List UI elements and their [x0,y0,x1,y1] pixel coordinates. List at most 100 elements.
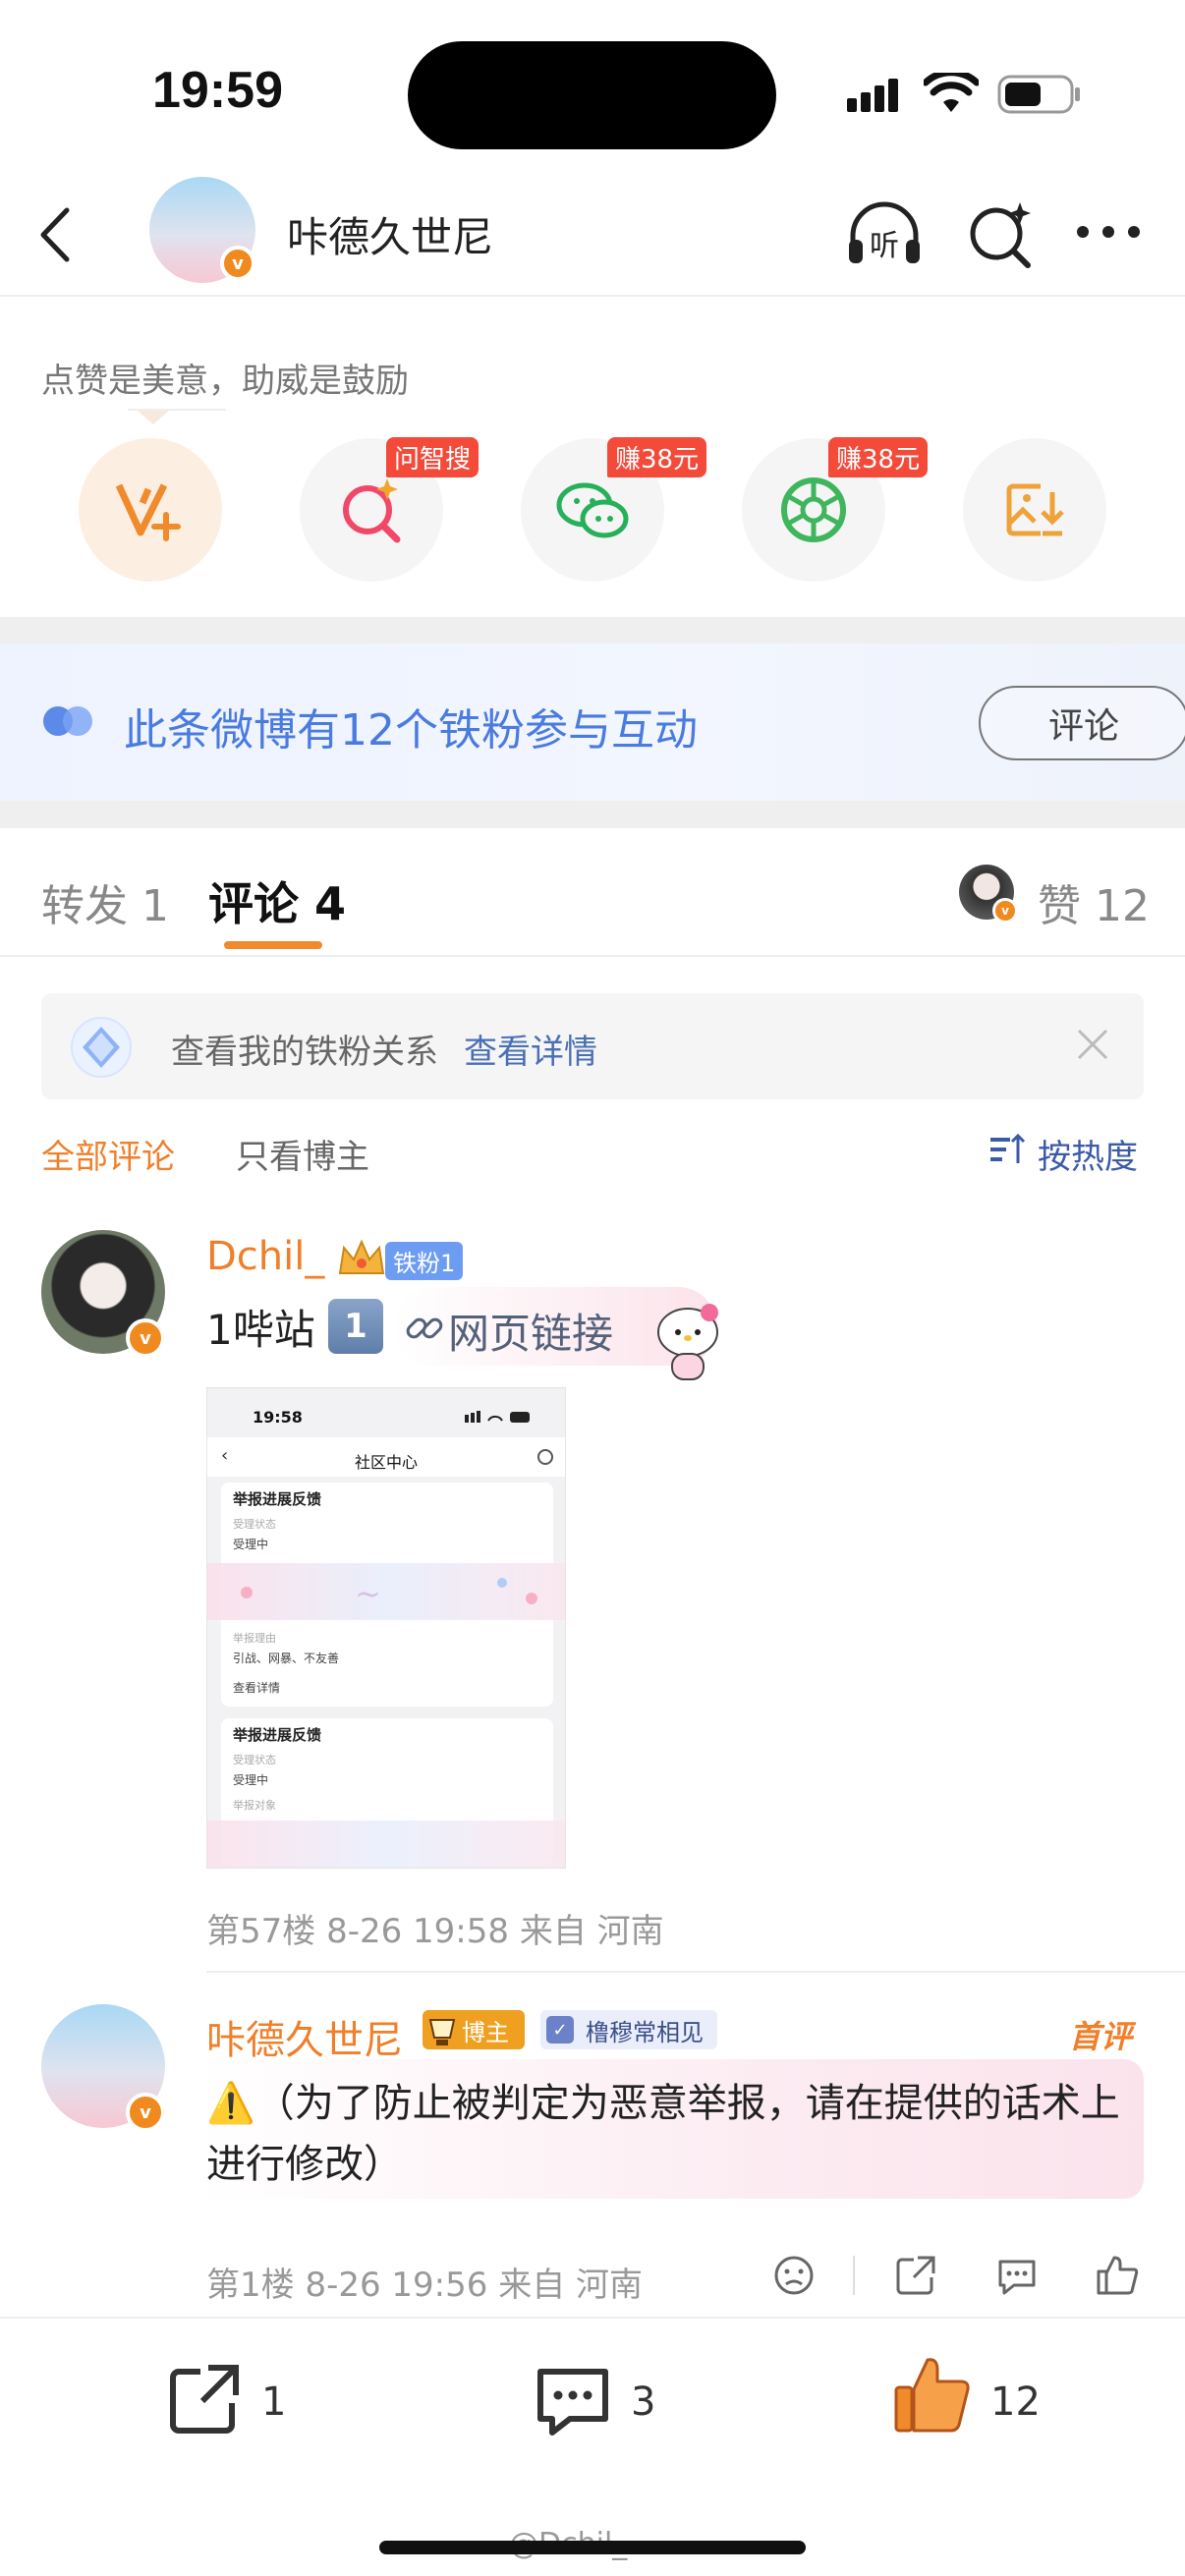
fan-wave-icon [43,702,100,744]
tab-active-indicator [224,941,322,949]
filter-all-comments[interactable]: 全部评论 [41,1130,175,1178]
action-divider [853,2256,855,2295]
check-icon: ✓ [546,2016,574,2044]
commenter-name[interactable]: Dchil_ [206,1234,324,1279]
filter-author-only[interactable]: 只看博主 [236,1130,369,1178]
dislike-face-icon[interactable] [772,2254,816,2301]
top-nav-bar: v 咔德久世尼 听 [0,177,1185,297]
author-name[interactable]: 咔德久世尼 [206,2008,403,2065]
first-comment-tag: 首评 [1069,2018,1133,2055]
sort-by-hot[interactable]: 按热度 [1038,1130,1138,1178]
mini-status-icons [465,1410,534,1423]
mini-title: 社区中心 [355,1453,419,1472]
battery-icon [997,75,1082,118]
section-gap [0,801,1185,828]
verified-v-badge: v [126,2093,165,2132]
link-text: 网页链接 [448,1310,614,1358]
author-comment-meta: 第1楼 8-26 19:56 来自 河南 [206,2266,644,2305]
mini-back-icon: ‹ [221,1445,229,1466]
wechat-tag: 赚38元 [607,437,707,477]
mini-card1-l4: 引战、网暴、不友善 [233,1652,340,1665]
mini-card2-l3: 举报对象 [233,1799,276,1812]
signal-icon [847,77,908,120]
comment-text: 1哔站 [206,1306,315,1354]
reply-icon[interactable] [994,2254,1040,2301]
mini-settings-icon [537,1449,553,1465]
bottom-repost-icon[interactable] [165,2360,244,2442]
bottom-action-bar: 1 3 12 @Dchil_ [0,2317,1185,2576]
crown-icon [336,1236,387,1283]
page-title: 咔德久世尼 [287,213,494,261]
tab-like[interactable]: 赞 12 [1038,870,1150,933]
ai-search-icon [343,478,401,543]
author-badge: 博主 [423,2010,525,2049]
hello-kitty-sticker [649,1295,727,1387]
trophy-icon [428,2019,456,2045]
mini-card1-l2: 受理中 [233,1538,269,1551]
bottom-comment-count: 3 [631,2380,656,2425]
close-icon[interactable] [1073,1025,1112,1068]
number-one-emoji: 1 [328,1299,383,1354]
svg-text:~: ~ [355,1575,381,1612]
bottom-repost-count: 1 [261,2380,287,2425]
mini-card2-l1: 受理状态 [233,1754,276,1766]
mini-card2-l2: 受理中 [233,1773,269,1787]
dynamic-island [408,41,776,149]
more-options-icon[interactable] [1075,222,1144,246]
link-icon [405,1309,444,1352]
fan-relation-text: 查看我的铁粉关系 [171,1033,438,1072]
wifi-icon [922,69,981,118]
moments-icon [781,477,846,542]
moments-tag: 赚38元 [828,437,929,477]
banner-comment-button[interactable]: 评论 [979,686,1185,760]
mini-card1-title: 举报进展反馈 [233,1490,322,1508]
author-comment-text: ⚠️（为了防止被判定为恶意举报，请在提供的话术上进行修改） [206,2081,1120,2187]
action-save-image[interactable] [963,438,1106,582]
listen-icon[interactable]: 听 [843,200,926,273]
iron-fan-badge: 铁粉1 [385,1242,464,1280]
title-badge-text: 橹穆常相见 [586,2018,704,2046]
liker-verified-badge: v [992,898,1018,924]
banner-text: 此条微博有12个铁粉参与互动 [124,705,698,756]
bottom-like-count: 12 [990,2380,1041,2425]
fan-relation-link[interactable]: 查看详情 [464,1025,597,1073]
comment-image[interactable]: 19:58 ‹ 社区中心 举报进展反馈 受理状态 受理中 举报理由 引战、网暴、… [206,1387,566,1869]
save-image-icon [1006,483,1064,536]
comment-meta: 第57楼 8-26 19:58 来自 河南 [206,1912,664,1951]
home-indicator [379,2541,806,2554]
watermark-stripe-2 [207,1820,565,1868]
comment-divider [206,1971,1185,1973]
bottom-comment-icon[interactable] [533,2362,613,2446]
watermark-stripe: ~ [207,1563,565,1620]
ai-search-tag: 问智搜 [386,437,480,477]
mini-card1-l1: 受理状态 [233,1518,276,1531]
mini-card1-more: 查看详情 [233,1681,281,1695]
mini-card2-title: 举报进展反馈 [233,1726,322,1744]
tab-repost[interactable]: 转发 1 [41,870,169,933]
support-tagline: 点赞是美意，助威是鼓励 [41,362,409,401]
author-badge-text: 博主 [462,2018,509,2046]
svg-text:听: 听 [870,229,899,263]
verified-v-badge: v [220,246,255,281]
verified-v-badge: v [126,1318,165,1358]
back-arrow-icon[interactable] [29,200,79,273]
tagline-pointer [138,411,169,424]
fan-relation-bar: 查看我的铁粉关系 查看详情 [41,993,1144,1099]
v-plus-icon [115,483,181,541]
action-v-plus[interactable] [79,438,222,582]
mini-card1-l3: 举报理由 [233,1632,276,1645]
share-icon[interactable] [894,2254,937,2301]
sort-icon [987,1130,1026,1173]
tabs-divider [0,955,1185,957]
like-icon[interactable] [1095,2252,1140,2301]
bottom-like-icon[interactable] [892,2352,973,2440]
tab-comment[interactable]: 评论 4 [208,868,346,933]
section-gap [0,617,1185,644]
mini-status-time: 19:58 [253,1408,303,1427]
ai-search-icon[interactable] [963,196,1038,275]
diamond-icon [69,1015,134,1084]
title-badge: ✓ 橹穆常相见 [540,2010,717,2049]
wechat-icon [556,482,629,538]
status-time: 19:59 [152,62,283,119]
iron-fan-banner: 此条微博有12个铁粉参与互动 评论 [0,644,1185,801]
